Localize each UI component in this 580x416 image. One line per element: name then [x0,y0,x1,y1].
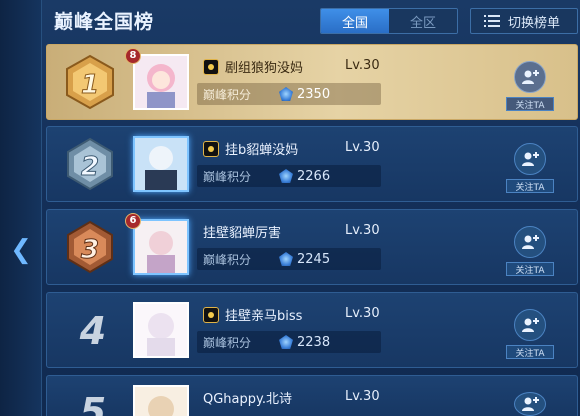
score-label: 巅峰积分 [203,87,252,102]
rank-number: 1 [81,70,99,100]
leaderboard-row-4[interactable]: 4 挂壁亲马biss Lv.30 巅峰积分 2238 关注TA [46,292,578,368]
score-box: 巅峰积分 2350 [197,83,381,105]
player-name: 剧组狼狗没妈 [225,61,304,76]
score-label: 巅峰积分 [203,335,252,350]
rank-2-badge-icon: 2 [67,137,113,191]
list-icon [483,15,500,27]
avatar-badge: 6 [125,213,141,229]
score-value: 2266 [297,168,331,184]
player-level: Lv.30 [345,140,380,155]
leaderboard-row-2[interactable]: 2 挂b貂蝉没妈 Lv.30 巅峰积分 2266 关注TA [46,126,578,202]
rank-number: 3 [81,235,99,265]
score-label: 巅峰积分 [203,252,252,267]
back-chevron-icon[interactable]: ❮ [8,233,34,267]
follow-button[interactable]: 关注TA [505,51,555,115]
add-friend-icon [514,392,546,416]
rank-gem-icon [279,169,293,183]
player-level: Lv.30 [345,306,380,321]
avatar[interactable] [133,385,189,416]
add-friend-icon [514,61,546,93]
add-friend-icon [514,309,546,341]
leaderboard-row-5[interactable]: 5 QGhappy.北诗 Lv.30 [46,375,578,416]
page-title: 巅峰全国榜 [54,10,155,33]
rank-1-badge-icon: 1 [66,54,114,110]
score-value: 2238 [297,334,331,350]
tab-nationwide[interactable]: 全国 [321,9,389,33]
avatar[interactable] [133,219,189,275]
score-box: 巅峰积分 2266 [197,165,381,187]
rank-gem-icon [279,252,293,266]
score-box: 巅峰积分 2245 [197,248,381,270]
player-level: Lv.30 [345,389,380,404]
score-box: 巅峰积分 2238 [197,331,381,353]
rank-3-badge-icon: 3 [67,220,113,274]
follow-label: 关注TA [506,179,554,193]
follow-button[interactable]: 关注TA [505,299,555,363]
scope-tabs: 全国 全区 [320,8,458,34]
score-value: 2350 [297,86,331,102]
player-name: 挂壁貂蝉厉害 [203,226,282,241]
rank-gem-icon [279,87,293,101]
leaderboard-row-3[interactable]: 3 6 挂壁貂蝉厉害 Lv.30 巅峰积分 2245 关注TA [46,209,578,285]
rank-number: 2 [81,152,99,182]
follow-label: 关注TA [506,345,554,359]
leaderboard-row-1[interactable]: 1 8 剧组狼狗没妈 Lv.30 巅峰积分 2350 关注TA [46,44,578,120]
avatar[interactable] [133,302,189,358]
follow-button[interactable]: 关注TA [505,216,555,280]
player-name: 挂壁亲马biss [225,309,303,324]
avatar[interactable] [133,136,189,192]
player-name: QGhappy.北诗 [203,392,292,407]
avatar[interactable] [133,54,189,110]
switch-leaderboard-label: 切换榜单 [507,15,560,31]
rank-number: 4 [79,309,107,353]
header: 巅峰全国榜 全国 全区 切换榜单 [48,0,580,40]
add-friend-icon [514,226,546,258]
follow-label: 关注TA [506,97,554,111]
rank-number: 5 [79,390,107,416]
name-tag-icon [203,306,219,323]
player-level: Lv.30 [345,223,380,238]
name-tag-icon [203,140,219,157]
follow-label: 关注TA [506,262,554,276]
score-label: 巅峰积分 [203,169,252,184]
follow-button[interactable]: 关注TA [505,133,555,197]
switch-leaderboard-button[interactable]: 切换榜单 [470,8,578,34]
rank-gem-icon [279,335,293,349]
left-side-panel: ❮ [0,0,42,416]
follow-button[interactable] [505,382,555,416]
score-value: 2245 [297,251,331,267]
tab-region[interactable]: 全区 [389,9,457,33]
name-tag-icon [203,58,219,75]
player-level: Lv.30 [345,58,380,73]
player-name: 挂b貂蝉没妈 [225,143,299,158]
avatar-badge: 8 [125,48,141,64]
add-friend-icon [514,143,546,175]
